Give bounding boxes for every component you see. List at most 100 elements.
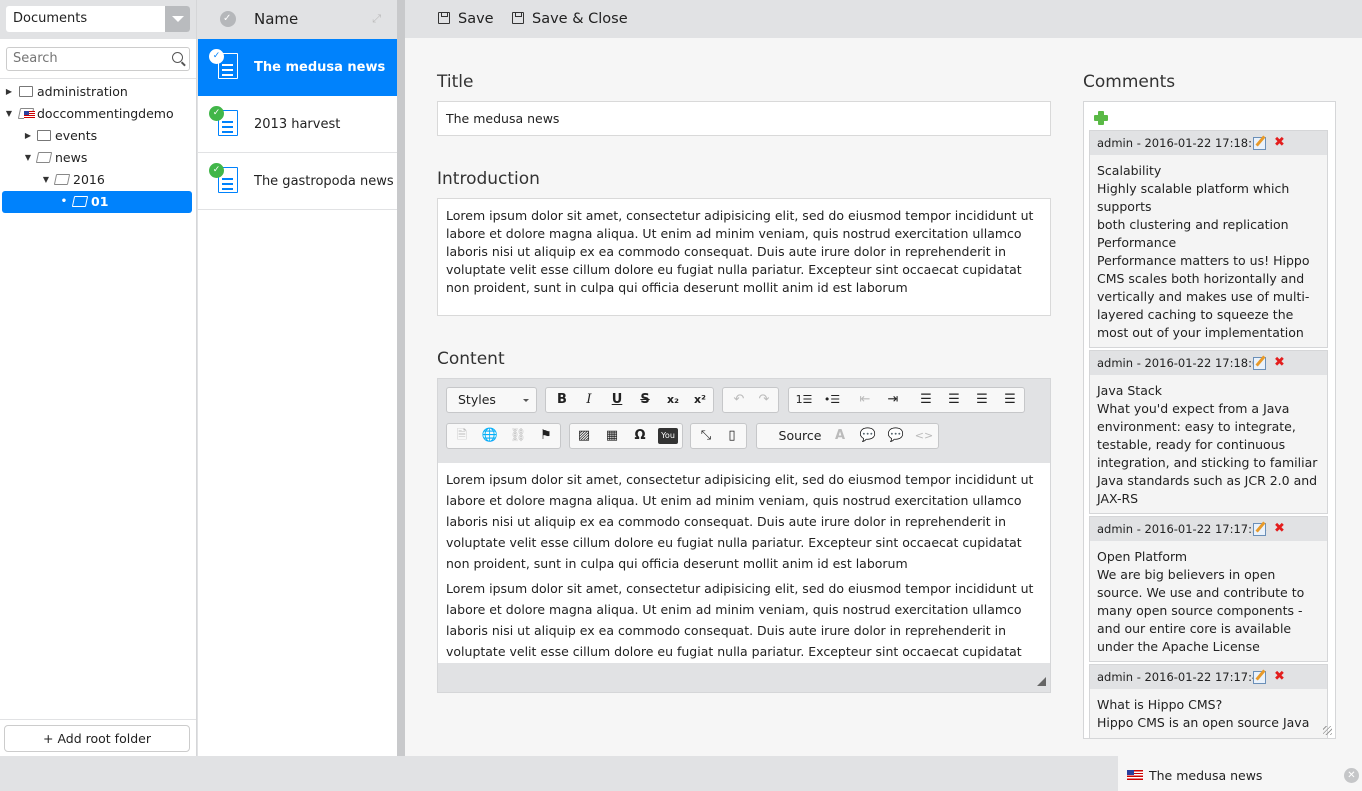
indent-icon[interactable]: ⇥ [883, 391, 903, 409]
folder-icon [19, 86, 33, 97]
anchor-flag-icon[interactable]: ⚑ [536, 427, 556, 445]
introduction-textarea[interactable]: Lorem ipsum dolor sit amet, consectetur … [437, 198, 1051, 316]
remove-comment-icon[interactable]: 💬 [886, 427, 906, 445]
youtube-icon[interactable]: You [658, 428, 678, 444]
add-root-folder-button[interactable]: + Add root folder [4, 725, 190, 752]
internal-link-icon[interactable]: 🗎 [452, 427, 472, 445]
comment-author-date: admin - 2016-01-22 17:17:54 [1097, 522, 1267, 536]
edit-comment-icon[interactable] [1253, 523, 1266, 536]
tree-item-events[interactable]: ▶ events [0, 125, 196, 147]
show-blocks-icon[interactable]: ▯ [722, 427, 742, 445]
resize-handle-icon[interactable] [1037, 677, 1046, 686]
add-comment-plus-icon[interactable] [1094, 111, 1108, 125]
tree-item-01[interactable]: • 01 [2, 191, 192, 213]
column-name-header[interactable]: Name [254, 0, 298, 38]
search-icon[interactable] [172, 52, 183, 63]
bold-icon[interactable]: B [552, 391, 572, 409]
align-right-icon[interactable]: ☰ [972, 391, 992, 409]
tree-item-label: 01 [91, 194, 109, 209]
rte-toolbar: Styles B I U S x₂ x² ↶ ↷ 1☰ •☰ ⇤ ⇥ ☰ ☰ ☰… [438, 379, 1050, 463]
search-field[interactable] [6, 47, 190, 71]
expand-arrow-icon[interactable]: ▶ [4, 81, 14, 103]
delete-comment-icon[interactable]: ✖ [1274, 665, 1285, 689]
published-check-icon: ✓ [209, 163, 224, 178]
chevron-down-icon[interactable] [165, 6, 190, 32]
undo-icon[interactable]: ↶ [729, 391, 749, 409]
document-item-medusa-news[interactable]: ✓ The medusa news [198, 39, 397, 96]
folder-open-icon [53, 174, 71, 185]
external-link-icon[interactable]: 🌐 [480, 427, 500, 445]
comment-item: admin - 2016-01-22 17:18:18 ✖ Scalabilit… [1089, 130, 1328, 348]
delete-comment-icon[interactable]: ✖ [1274, 131, 1285, 155]
justify-icon[interactable]: ☰ [1000, 391, 1020, 409]
format-group: B I U S x₂ x² [545, 387, 714, 413]
edit-comment-icon[interactable] [1253, 137, 1266, 150]
tree-item-label: 2016 [73, 172, 105, 187]
expand-icon[interactable]: ⤢ [372, 0, 381, 38]
close-tab-icon[interactable]: ✕ [1344, 768, 1359, 783]
tree-item-2016[interactable]: ▼ 2016 [0, 169, 196, 191]
align-left-icon[interactable]: ☰ [916, 391, 936, 409]
title-input[interactable]: The medusa news [437, 101, 1051, 136]
expand-arrow-icon[interactable]: ▶ [23, 125, 33, 147]
us-flag-icon [1127, 770, 1143, 780]
rte-content-area[interactable]: Lorem ipsum dolor sit amet, consectetur … [438, 463, 1050, 663]
comment-header: admin - 2016-01-22 17:18:18 ✖ [1090, 131, 1327, 155]
styles-dropdown[interactable]: Styles [446, 387, 537, 413]
cms-app: Documents ▶ administration ▼ doccommenti… [0, 0, 1362, 791]
underline-icon[interactable]: U [607, 391, 627, 409]
delete-comment-icon[interactable]: ✖ [1274, 517, 1285, 541]
italic-icon[interactable]: I [579, 391, 599, 409]
open-document-tab[interactable]: The medusa news ✕ [1118, 756, 1362, 791]
add-comment-icon[interactable]: 💬 [858, 427, 878, 445]
tree-item-administration[interactable]: ▶ administration [0, 81, 196, 103]
folder-tree: ▶ administration ▼ doccommentingdemo ▶ e… [0, 79, 196, 213]
save-button[interactable]: Save [438, 0, 494, 38]
editor-toolbar: Save Save & Close [405, 0, 1362, 38]
search-input[interactable] [13, 48, 153, 70]
save-close-button[interactable]: Save & Close [512, 0, 628, 38]
comment-body: What is Hippo CMS? Hippo CMS is an open … [1097, 697, 1310, 730]
strikethrough-icon[interactable]: S [635, 391, 655, 409]
save-close-label: Save & Close [532, 11, 628, 27]
text-highlight-icon[interactable]: A [830, 427, 850, 445]
collapse-arrow-icon[interactable]: ▼ [23, 147, 33, 169]
resize-handle-icon[interactable] [1323, 726, 1332, 735]
superscript-icon[interactable]: x² [690, 391, 710, 409]
collapse-arrow-icon[interactable]: ▼ [4, 103, 14, 125]
tree-item-label: administration [37, 84, 128, 99]
section-select[interactable]: Documents [6, 6, 190, 32]
image-icon[interactable]: ▨ [574, 427, 594, 445]
document-item-gastropoda-news[interactable]: ✓ The gastropoda news [198, 153, 397, 210]
maximize-icon[interactable]: ⤡ [696, 427, 716, 445]
outdent-icon[interactable]: ⇤ [855, 391, 875, 409]
save-icon [438, 12, 450, 24]
align-center-icon[interactable]: ☰ [944, 391, 964, 409]
history-group: ↶ ↷ [722, 387, 779, 413]
special-char-omega-icon[interactable]: Ω [630, 427, 650, 445]
redo-icon[interactable]: ↷ [754, 391, 774, 409]
source-group: Source A 💬 💬 <> [756, 423, 939, 449]
source-button[interactable]: Source [777, 427, 823, 445]
tree-item-doccommentingdemo[interactable]: ▼ doccommentingdemo [0, 103, 196, 125]
document-item-2013-harvest[interactable]: ✓ 2013 harvest [198, 96, 397, 153]
numbered-list-icon[interactable]: 1☰ [794, 391, 814, 409]
comments-panel: admin - 2016-01-22 17:18:18 ✖ Scalabilit… [1083, 101, 1336, 739]
table-icon[interactable]: ▦ [602, 427, 622, 445]
unlink-icon[interactable]: ⛓ [508, 427, 528, 445]
comment-header: admin - 2016-01-22 17:17:40 ✖ [1090, 665, 1327, 689]
subscript-icon[interactable]: x₂ [663, 391, 683, 409]
panel-splitter[interactable] [397, 0, 405, 756]
select-all-check-icon[interactable] [220, 0, 236, 38]
comment-header: admin - 2016-01-22 17:18:05 ✖ [1090, 351, 1327, 375]
edit-comment-icon[interactable] [1253, 671, 1266, 684]
collapse-arrow-icon[interactable]: ▼ [41, 169, 51, 191]
tree-item-news[interactable]: ▼ news [0, 147, 196, 169]
delete-comment-icon[interactable]: ✖ [1274, 351, 1285, 375]
links-group: 🗎 🌐 ⛓ ⚑ [446, 423, 561, 449]
code-icon[interactable]: <> [914, 427, 934, 445]
tree-item-label: doccommentingdemo [37, 106, 174, 121]
bullet-list-icon[interactable]: •☰ [822, 391, 842, 409]
edit-comment-icon[interactable] [1253, 357, 1266, 370]
folder-icon [37, 130, 51, 141]
